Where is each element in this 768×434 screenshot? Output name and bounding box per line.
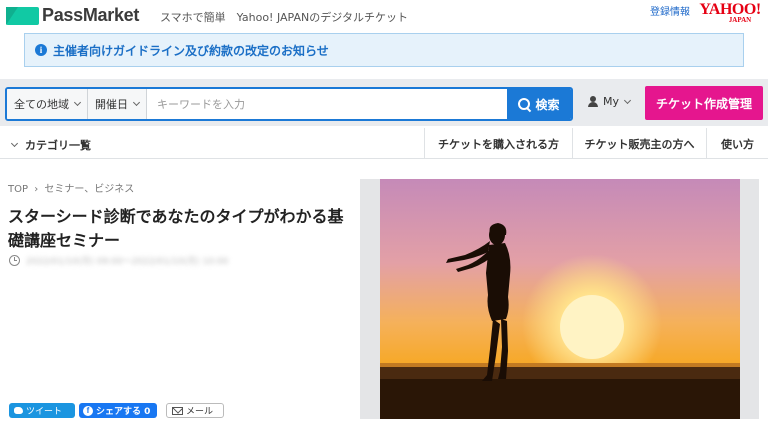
category-list-label: カテゴリ一覧 xyxy=(25,139,91,152)
search-button-label: 検索 xyxy=(535,97,560,112)
date-select[interactable]: 開催日 xyxy=(88,89,147,119)
event-title: スターシード診断であなたのタイプがわかる基礎講座セミナー xyxy=(8,207,344,250)
breadcrumb-top[interactable]: TOP xyxy=(8,184,28,195)
search-band: 全ての地域 開催日 検索 My チケット作成管理 xyxy=(0,79,768,126)
sunset-silhouette-image xyxy=(380,179,740,419)
user-icon xyxy=(588,96,598,107)
nav-link-how-to-use[interactable]: 使い方 xyxy=(706,128,768,159)
facebook-icon: f xyxy=(83,405,93,416)
chevron-down-icon xyxy=(10,139,19,148)
mail-share-button[interactable]: メール xyxy=(166,403,224,418)
mail-label: メール xyxy=(186,407,214,417)
category-list-toggle[interactable]: カテゴリ一覧 xyxy=(10,137,91,153)
passmarket-logo[interactable]: PassMarket xyxy=(6,5,139,26)
facebook-share-button[interactable]: f シェアする 0 xyxy=(79,403,157,418)
info-icon: i xyxy=(35,44,47,56)
chevron-down-icon xyxy=(132,98,141,107)
search-box: 全ての地域 開催日 検索 xyxy=(5,87,573,121)
region-select-label: 全ての地域 xyxy=(14,98,69,111)
search-button[interactable]: 検索 xyxy=(507,89,571,119)
event-hero-image xyxy=(360,179,759,419)
search-icon xyxy=(518,97,531,111)
clock-icon xyxy=(9,255,20,266)
breadcrumb-category[interactable]: セミナー、ビジネス xyxy=(44,184,134,195)
chevron-down-icon xyxy=(73,98,82,107)
tagline: スマホで簡単 Yahoo! JAPANのデジタルチケット xyxy=(160,11,408,24)
chevron-down-icon xyxy=(623,96,632,104)
create-ticket-button[interactable]: チケット作成管理 xyxy=(645,86,763,120)
passmarket-logo-icon xyxy=(6,6,39,25)
notice-banner[interactable]: i 主催者向けガイドライン及び約款の改定のお知らせ xyxy=(24,33,744,67)
mail-icon xyxy=(172,406,183,415)
breadcrumb: TOP › セミナー、ビジネス xyxy=(8,180,134,195)
nav-link-sellers[interactable]: チケット販売主の方へ xyxy=(572,128,706,159)
keyword-input[interactable] xyxy=(147,89,507,119)
tweet-label: ツイート xyxy=(26,407,63,417)
breadcrumb-separator: › xyxy=(34,184,39,195)
event-date: 2022/01/10(月) 09:00〜2022/01/10(月) 10:00 xyxy=(26,257,229,267)
date-select-label: 開催日 xyxy=(95,98,128,111)
yahoo-logo-sub: JAPAN xyxy=(728,16,752,24)
category-nav-bar: カテゴリ一覧 チケットを購入される方 チケット販売主の方へ 使い方 xyxy=(0,128,768,159)
twitter-bird-icon xyxy=(14,407,23,414)
facebook-share-label: シェアする 0 xyxy=(96,407,151,417)
my-menu[interactable]: My xyxy=(588,95,632,108)
logo-text: PassMarket xyxy=(42,5,140,25)
nav-link-buyers[interactable]: チケットを購入される方 xyxy=(424,128,572,159)
my-label: My xyxy=(603,95,620,108)
region-select[interactable]: 全ての地域 xyxy=(7,89,88,119)
register-info-link[interactable]: 登録情報 xyxy=(650,3,690,18)
event-date-row: 2022/01/10(月) 09:00〜2022/01/10(月) 10:00 xyxy=(9,254,228,267)
tweet-button[interactable]: ツイート xyxy=(9,403,75,418)
top-header: PassMarket スマホで簡単 Yahoo! JAPANのデジタルチケット … xyxy=(0,0,768,30)
notice-text: 主催者向けガイドライン及び約款の改定のお知らせ xyxy=(53,43,329,58)
yahoo-japan-logo[interactable]: YAHOO! JAPAN xyxy=(697,2,763,24)
